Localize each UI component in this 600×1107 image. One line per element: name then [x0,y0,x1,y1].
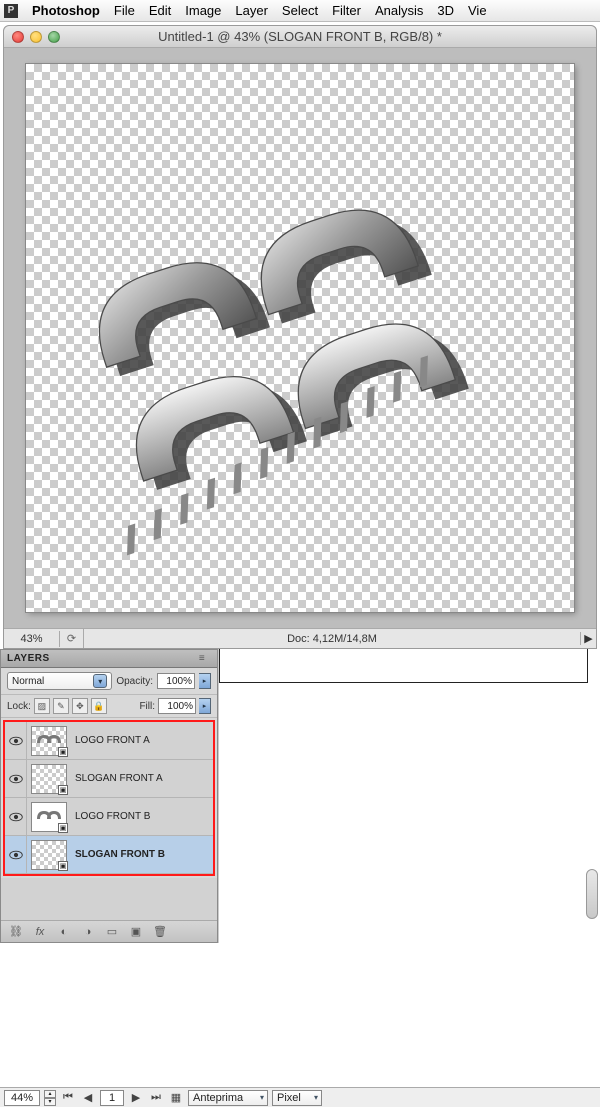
lock-label: Lock: [7,701,31,712]
layers-panel-footer: ⛓ fx ◐ ◑ ▭ ▣ 🗑 [1,920,217,942]
layers-panel-tab[interactable]: LAYERS ≡ [1,650,217,668]
units-select[interactable]: Pixel [272,1090,322,1106]
opacity-label: Opacity: [116,676,153,687]
background-document-area [218,649,600,943]
bottom-zoom-field[interactable]: 44% [4,1090,40,1106]
minimize-button[interactable] [30,31,42,43]
visibility-eye-icon[interactable] [5,836,27,873]
layers-empty-area [1,878,217,920]
layer-thumbnail[interactable]: ▣ [31,802,67,832]
layer-row[interactable]: ▣ LOGO FRONT B [5,798,213,836]
menu-3d[interactable]: 3D [437,3,454,18]
lock-all-button[interactable]: 🔒 [91,698,107,714]
layer-row[interactable]: ▣ SLOGAN FRONT B [5,836,213,874]
units-label: Pixel [277,1092,301,1104]
close-button[interactable] [12,31,24,43]
last-page-icon[interactable]: ⏭ [148,1091,164,1104]
adjustment-layer-icon[interactable]: ◑ [79,924,97,940]
lock-position-button[interactable]: ✥ [72,698,88,714]
refresh-icon[interactable]: ⟳ [60,629,84,648]
prev-page-icon[interactable]: ◀ [80,1091,96,1104]
opacity-field[interactable]: 100% [157,673,195,689]
page-view-icon[interactable]: ▦ [168,1091,184,1104]
system-menubar: P Photoshop File Edit Image Layer Select… [0,0,600,22]
blend-mode-select[interactable]: Normal ▾ [7,672,112,690]
delete-layer-icon[interactable]: 🗑 [151,924,169,940]
layer-thumbnail[interactable]: ▣ [31,764,67,794]
new-layer-icon[interactable]: ▣ [127,924,145,940]
menu-file[interactable]: File [114,3,135,18]
lock-pixels-button[interactable]: ✎ [53,698,69,714]
dropdown-icon: ▾ [93,674,107,688]
window-titlebar[interactable]: Untitled-1 @ 43% (SLOGAN FRONT B, RGB/8)… [4,26,596,48]
layers-list: ▣ LOGO FRONT A ▣ SLOGAN FRONT A ▣ LOGO FRONT … [3,720,215,876]
window-title: Untitled-1 @ 43% (SLOGAN FRONT B, RGB/8)… [12,29,588,44]
app-name[interactable]: Photoshop [32,3,100,18]
visibility-eye-icon[interactable] [5,760,27,797]
fill-field[interactable]: 100% [158,698,196,714]
app-badge-icon: P [4,4,18,18]
document-canvas[interactable] [26,64,574,612]
new-group-icon[interactable]: ▭ [103,924,121,940]
smart-object-badge-icon: ▣ [58,747,68,757]
canvas-area [4,48,596,628]
layer-thumbnail[interactable]: ▣ [31,840,67,870]
smart-object-badge-icon: ▣ [58,785,68,795]
panel-menu-icon[interactable]: ≡ [193,653,211,664]
blend-mode-value: Normal [12,676,44,687]
layer-name[interactable]: LOGO FRONT A [75,735,150,746]
menu-filter[interactable]: Filter [332,3,361,18]
link-layers-icon[interactable]: ⛓ [7,924,25,940]
layer-name[interactable]: SLOGAN FRONT B [75,849,165,860]
layers-panel-title: LAYERS [7,653,50,664]
preview-mode-select[interactable]: Anteprima [188,1090,268,1106]
background-document-edge [219,649,588,683]
menu-edit[interactable]: Edit [149,3,171,18]
page-number-field[interactable]: 1 [100,1090,124,1106]
app-bottom-bar: 44% ▴▾ ⏮ ◀ 1 ▶ ⏭ ▦ Anteprima Pixel [0,1087,600,1107]
menu-view[interactable]: Vie [468,3,487,18]
layers-panel: LAYERS ≡ Normal ▾ Opacity: 100% ▸ Lock: … [0,649,218,943]
artwork-logo [48,86,552,590]
lock-row: Lock: ▨ ✎ ✥ 🔒 Fill: 100% ▸ [1,695,217,718]
layer-name[interactable]: LOGO FRONT B [75,811,150,822]
vertical-scrollbar-thumb[interactable] [586,869,598,919]
fill-dropdown-icon[interactable]: ▸ [199,698,211,714]
visibility-eye-icon[interactable] [5,798,27,835]
preview-mode-label: Anteprima [193,1092,243,1104]
document-window: Untitled-1 @ 43% (SLOGAN FRONT B, RGB/8)… [3,25,597,649]
layer-mask-icon[interactable]: ◐ [55,924,73,940]
menu-analysis[interactable]: Analysis [375,3,423,18]
layer-thumbnail[interactable]: ▣ [31,726,67,756]
smart-object-badge-icon: ▣ [58,823,68,833]
first-page-icon[interactable]: ⏮ [60,1091,76,1104]
zoom-level-field[interactable]: 43% [4,631,60,647]
layer-row[interactable]: ▣ LOGO FRONT A [5,722,213,760]
fill-label: Fill: [139,701,155,712]
next-page-icon[interactable]: ▶ [128,1091,144,1104]
visibility-eye-icon[interactable] [5,722,27,759]
smart-object-badge-icon: ▣ [58,861,68,871]
menu-layer[interactable]: Layer [235,3,268,18]
layer-name[interactable]: SLOGAN FRONT A [75,773,163,784]
zoom-stepper[interactable]: ▴▾ [44,1090,56,1106]
blend-mode-row: Normal ▾ Opacity: 100% ▸ [1,668,217,695]
menu-select[interactable]: Select [282,3,318,18]
status-menu-arrow-icon[interactable]: ▶ [580,632,596,645]
panels-row: LAYERS ≡ Normal ▾ Opacity: 100% ▸ Lock: … [0,649,600,943]
document-info[interactable]: Doc: 4,12M/14,8M [84,633,580,645]
layer-effects-icon[interactable]: fx [31,924,49,940]
menu-image[interactable]: Image [185,3,221,18]
document-status-bar: 43% ⟳ Doc: 4,12M/14,8M ▶ [4,628,596,648]
zoom-button[interactable] [48,31,60,43]
layer-row[interactable]: ▣ SLOGAN FRONT A [5,760,213,798]
opacity-dropdown-icon[interactable]: ▸ [199,673,211,689]
lock-transparency-button[interactable]: ▨ [34,698,50,714]
traffic-lights [12,31,60,43]
